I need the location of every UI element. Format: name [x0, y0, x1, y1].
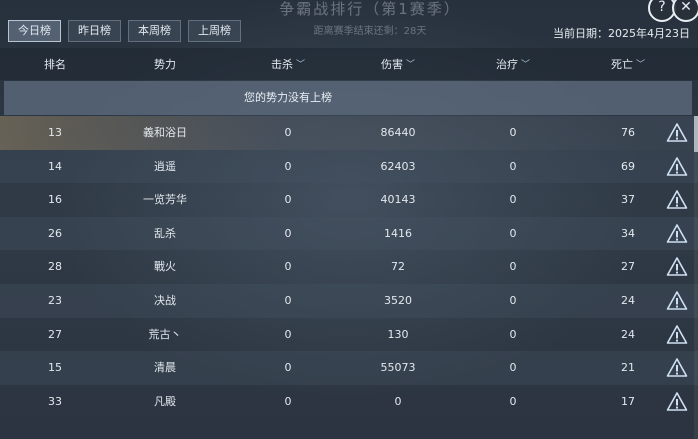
damage-cell: 0 [394, 394, 402, 408]
warning-icon[interactable] [666, 324, 688, 346]
rank-cell: 16 [48, 193, 62, 207]
table-row: 28 戰火 0 72 0 27 [0, 250, 698, 284]
rank-cell: 26 [48, 226, 62, 240]
force-name-cell: 一览芳华 [143, 193, 187, 207]
rank-cell: 33 [48, 394, 62, 408]
background-title: 争霸战排行（第1赛季） [279, 0, 461, 18]
damage-cell: 55073 [380, 361, 416, 375]
table-row: 13 義和浴日 0 86440 0 76 [0, 116, 698, 150]
warning-icon[interactable] [666, 156, 688, 178]
tab-last-week[interactable]: 上周榜 [188, 20, 241, 42]
tab-this-week[interactable]: 本周榜 [128, 20, 181, 42]
chevron-down-icon: ﹀ [405, 60, 415, 70]
table-row: 26 乱杀 0 1416 0 34 [0, 216, 698, 251]
heal-cell: 0 [509, 361, 517, 375]
kill-cell: 0 [284, 394, 292, 408]
chevron-down-icon: ﹀ [520, 60, 530, 70]
table-row: 23 决战 0 3520 0 24 [0, 283, 698, 318]
ranking-table-body: 13 義和浴日 0 86440 0 76 14 逍遥 0 62403 0 69 16 一览芳华 0 40143… [0, 116, 698, 418]
kill-cell: 0 [284, 226, 292, 240]
header-force: 势力 [154, 58, 176, 71]
warning-icon[interactable] [666, 256, 688, 278]
header-kill-sort[interactable]: 击杀 ﹀ [240, 56, 336, 72]
force-name-cell: 戰火 [154, 260, 176, 274]
warning-icon[interactable] [666, 122, 688, 144]
damage-cell: 86440 [380, 126, 416, 139]
table-row: 33 凡殿 0 0 0 17 [0, 385, 698, 419]
heal-cell: 0 [509, 260, 517, 274]
ranking-tabs: 今日榜 昨日榜 本周榜 上周榜 [8, 20, 241, 42]
force-name-cell: 荒古丶 [148, 327, 182, 341]
kill-cell: 0 [284, 193, 292, 207]
rank-cell: 15 [48, 361, 62, 375]
not-ranked-notice: 您的势力没有上榜 [4, 81, 692, 115]
death-cell: 34 [621, 226, 635, 240]
chevron-down-icon: ﹀ [295, 60, 305, 70]
current-date: 当前日期：2025年4月23日 [553, 27, 690, 40]
death-cell: 21 [621, 361, 635, 375]
table-row: 14 逍遥 0 62403 0 69 [0, 149, 698, 184]
rank-cell: 23 [48, 293, 62, 307]
warning-icon[interactable] [666, 357, 688, 379]
death-cell: 76 [621, 126, 635, 139]
kill-cell: 0 [284, 293, 292, 307]
force-name-cell: 乱杀 [154, 226, 176, 240]
rank-cell: 13 [48, 126, 62, 139]
kill-cell: 0 [284, 126, 292, 139]
table-row: 16 一览芳华 0 40143 0 37 [0, 183, 698, 217]
death-cell: 17 [621, 394, 635, 408]
force-name-cell: 逍遥 [154, 159, 176, 173]
table-header: 排名 势力 击杀 ﹀ 伤害 ﹀ 治疗 ﹀ 死亡 ﹀ [0, 48, 698, 80]
heal-cell: 0 [509, 327, 517, 341]
death-cell: 24 [621, 327, 635, 341]
heal-cell: 0 [509, 226, 517, 240]
heal-cell: 0 [509, 193, 517, 207]
force-name-cell: 清晨 [154, 361, 176, 375]
rank-cell: 27 [48, 327, 62, 341]
tab-today[interactable]: 今日榜 [8, 20, 61, 42]
kill-cell: 0 [284, 361, 292, 375]
heal-cell: 0 [509, 394, 517, 408]
scrollbar[interactable] [694, 116, 698, 439]
kill-cell: 0 [284, 159, 292, 173]
heal-cell: 0 [509, 126, 517, 139]
warning-icon[interactable] [666, 391, 688, 413]
death-cell: 37 [621, 193, 635, 207]
damage-cell: 1416 [384, 226, 412, 240]
death-cell: 69 [621, 159, 635, 173]
force-name-cell: 義和浴日 [143, 126, 187, 139]
force-name-cell: 决战 [154, 293, 176, 307]
rank-cell: 28 [48, 260, 62, 274]
warning-icon[interactable] [666, 223, 688, 245]
header-heal-sort[interactable]: 治疗 ﹀ [470, 56, 556, 72]
rank-cell: 14 [48, 159, 62, 173]
tab-yesterday[interactable]: 昨日榜 [68, 20, 121, 42]
warning-icon[interactable] [666, 189, 688, 211]
kill-cell: 0 [284, 327, 292, 341]
heal-cell: 0 [509, 293, 517, 307]
background-subtitle: 距离赛季结束还剩：28天 [313, 26, 427, 37]
header-death-sort[interactable]: 死亡 ﹀ [590, 56, 666, 72]
chevron-down-icon: ﹀ [635, 60, 645, 70]
kill-cell: 0 [284, 260, 292, 274]
warning-icon[interactable] [666, 290, 688, 312]
damage-cell: 72 [391, 260, 405, 274]
damage-cell: 3520 [384, 293, 412, 307]
damage-cell: 130 [387, 327, 409, 341]
death-cell: 24 [621, 293, 635, 307]
header-rank: 排名 [44, 58, 66, 71]
scrollbar-thumb[interactable] [694, 116, 698, 152]
damage-cell: 40143 [380, 193, 416, 207]
header-damage-sort[interactable]: 伤害 ﹀ [350, 56, 446, 72]
notice-text: 您的势力没有上榜 [244, 91, 332, 104]
heal-cell: 0 [509, 159, 517, 173]
table-row: 27 荒古丶 0 130 0 24 [0, 318, 698, 352]
death-cell: 27 [621, 260, 635, 274]
damage-cell: 62403 [380, 159, 416, 173]
table-row: 15 清晨 0 55073 0 21 [0, 351, 698, 385]
force-name-cell: 凡殿 [154, 394, 176, 408]
